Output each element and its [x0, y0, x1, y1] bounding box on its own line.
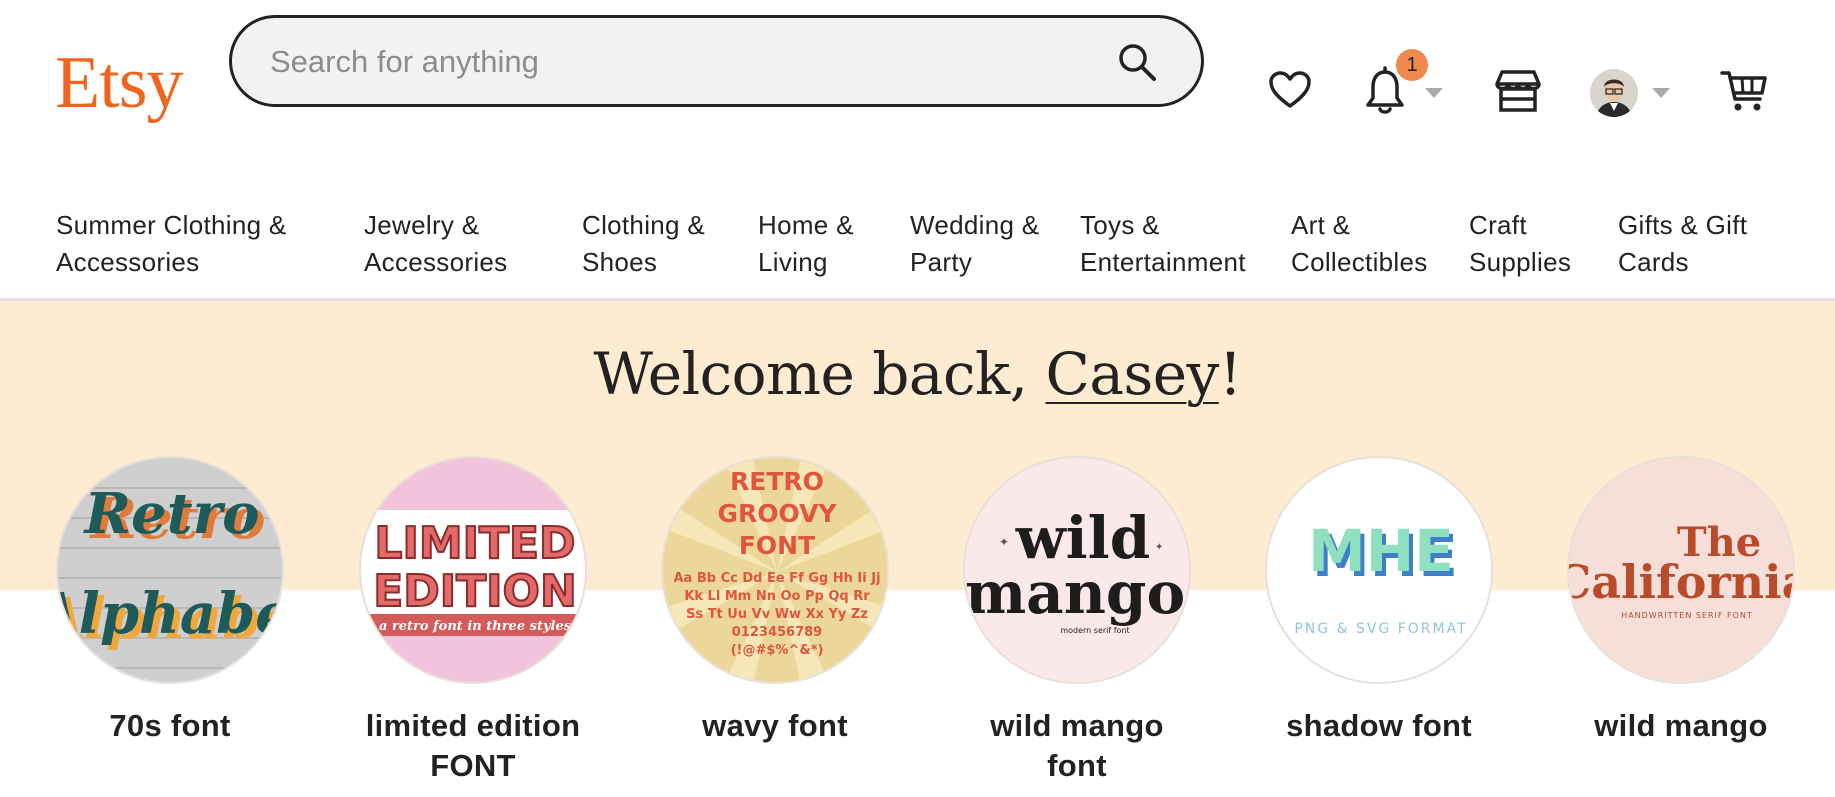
cart-icon[interactable] [1720, 68, 1768, 119]
svg-text:(!@#$%^&*): (!@#$%^&*) [731, 643, 824, 658]
svg-text:FONT: FONT [739, 531, 815, 560]
nav-item-art-collectibles[interactable]: Art & Collectibles [1291, 207, 1428, 281]
recent-search-card[interactable]: Retro Retro Alphabet Alphabet 70s font [56, 456, 284, 746]
welcome-heading: Welcome back, Casey! [593, 340, 1242, 408]
nav-item-wedding-party[interactable]: Wedding & Party [910, 207, 1039, 281]
recent-search-label: wavy font [702, 708, 848, 743]
svg-text:MHE: MHE [1308, 517, 1454, 585]
recent-search-image: LIMITED EDITION a retro font in three st… [359, 456, 587, 684]
svg-text:✦: ✦ [1155, 542, 1163, 553]
recent-search-card[interactable]: wild mango modern serif font ✦ ✦ wild ma… [963, 456, 1191, 786]
recent-search-image: The California HANDWRITTEN SERIF FONT [1567, 456, 1795, 684]
svg-text:PNG & SVG FORMAT: PNG & SVG FORMAT [1294, 621, 1467, 637]
user-name-link[interactable]: Casey [1046, 340, 1220, 408]
nav-item-home-living[interactable]: Home & Living [758, 207, 854, 281]
nav-item-summer-clothing[interactable]: Summer Clothing & Accessories [56, 207, 287, 281]
svg-text:0123456789: 0123456789 [732, 625, 822, 640]
svg-text:modern serif font: modern serif font [1060, 626, 1129, 635]
recent-search-card[interactable]: RETRO GROOVY FONT Aa Bb Cc Dd Ee Ff Gg H… [661, 456, 889, 746]
recent-search-label: limited edition FONT [365, 708, 581, 783]
svg-text:Retro: Retro [83, 481, 260, 547]
recent-search-image: Retro Retro Alphabet Alphabet [56, 456, 284, 684]
recent-search-label: wild mango font [990, 708, 1164, 783]
search-icon[interactable] [1117, 42, 1157, 82]
heart-icon[interactable] [1268, 70, 1312, 115]
nav-item-craft-supplies[interactable]: Craft Supplies [1469, 207, 1571, 281]
svg-text:GROOVY: GROOVY [717, 499, 837, 528]
nav-item-jewelry[interactable]: Jewelry & Accessories [364, 207, 507, 281]
nav-item-gifts[interactable]: Gifts & Gift Cards [1618, 207, 1747, 281]
avatar[interactable] [1590, 69, 1638, 117]
svg-text:mango: mango [965, 559, 1185, 627]
notification-badge: 1 [1396, 49, 1428, 81]
recent-search-image: MHE MHE PNG & SVG FORMAT [1265, 456, 1493, 684]
category-nav: Summer Clothing & Accessories Jewelry & Ac… [0, 195, 1835, 299]
recent-search-image: RETRO GROOVY FONT Aa Bb Cc Dd Ee Ff Gg H… [661, 456, 889, 684]
svg-text:a retro font in three styles: a retro font in three styles [379, 619, 572, 634]
svg-text:HANDWRITTEN SERIF FONT: HANDWRITTEN SERIF FONT [1621, 611, 1753, 620]
recent-search-label: 70s font [109, 708, 231, 743]
notifications-chevron-down-icon[interactable] [1425, 88, 1443, 98]
account-chevron-down-icon[interactable] [1652, 88, 1670, 98]
recent-search-label: shadow font [1286, 708, 1472, 743]
etsy-logo[interactable]: Etsy [55, 46, 184, 120]
svg-text:✦: ✦ [999, 535, 1009, 549]
search-input[interactable] [268, 18, 1072, 106]
nav-item-clothing-shoes[interactable]: Clothing & Shoes [582, 207, 705, 281]
recent-search-image: wild mango modern serif font ✦ ✦ [963, 456, 1191, 684]
recent-search-card[interactable]: LIMITED EDITION a retro font in three st… [359, 456, 587, 786]
svg-text:Ss Tt Uu Vv Ww Xx Yy Zz: Ss Tt Uu Vv Ww Xx Yy Zz [686, 607, 868, 622]
recent-search-label: wild mango [1594, 708, 1768, 743]
recent-search-card[interactable]: The California HANDWRITTEN SERIF FONT wi… [1567, 456, 1795, 746]
shop-icon[interactable] [1494, 68, 1542, 119]
svg-text:EDITION: EDITION [373, 566, 577, 617]
svg-text:Kk Ll Mm Nn Oo Pp Qq Rr: Kk Ll Mm Nn Oo Pp Qq Rr [684, 589, 870, 604]
svg-text:California: California [1569, 555, 1795, 609]
recent-search-card[interactable]: MHE MHE PNG & SVG FORMAT shadow font [1265, 456, 1493, 746]
svg-text:Aa Bb Cc Dd Ee Ff Gg Hh Ii Jj: Aa Bb Cc Dd Ee Ff Gg Hh Ii Jj [673, 571, 880, 586]
nav-item-toys-entertainment[interactable]: Toys & Entertainment [1080, 207, 1246, 281]
svg-text:LIMITED: LIMITED [374, 518, 575, 569]
svg-text:RETRO: RETRO [730, 467, 824, 496]
svg-text:Alphabet: Alphabet [58, 581, 284, 647]
search-bar[interactable] [229, 15, 1204, 107]
